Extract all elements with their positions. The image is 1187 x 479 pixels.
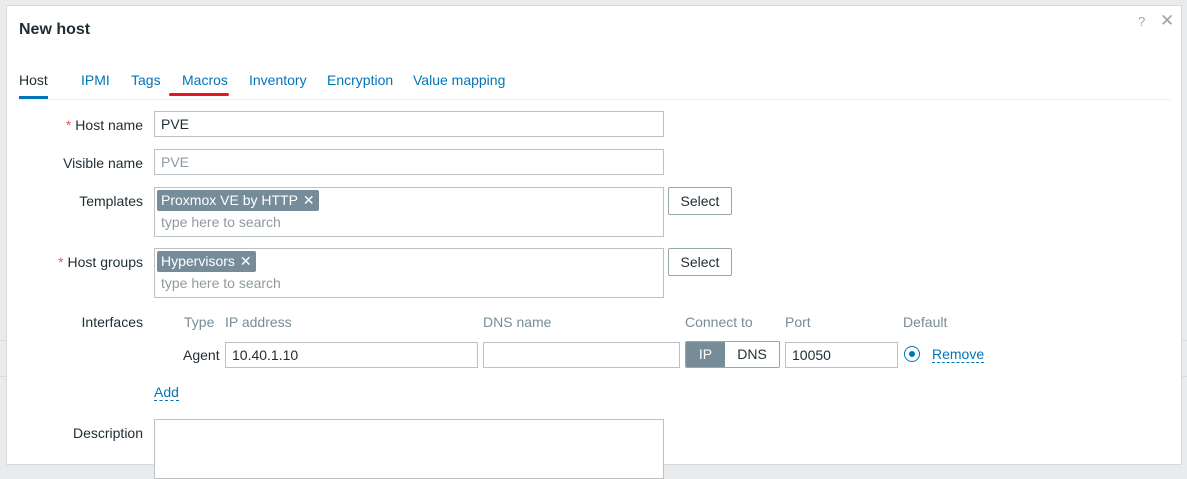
host-name-label: * Host name [65,117,143,133]
templates-multiselect[interactable]: Proxmox VE by HTTP ✕ type here to search [154,187,664,237]
col-default: Default [903,314,948,330]
add-interface-link[interactable]: Add [154,385,179,401]
macros-annotation-underline [169,93,229,96]
tab-encryption[interactable]: Encryption [327,72,393,98]
remove-chip-icon[interactable]: ✕ [240,253,252,269]
description-textarea[interactable] [154,419,664,479]
tab-inventory[interactable]: Inventory [249,72,307,98]
host-group-chip: Hypervisors ✕ [157,251,256,272]
interface-type: Agent [183,347,220,363]
visible-name-input[interactable] [154,149,664,175]
remove-interface-link[interactable]: Remove [932,347,985,363]
required-mark: * [58,254,64,270]
col-dns-name: DNS name [483,314,552,330]
connect-ip-button[interactable]: IP [686,342,725,367]
radio-selected-dot [909,351,915,357]
close-icon[interactable]: ✕ [1160,11,1174,31]
tab-host[interactable]: Host [19,72,48,99]
tab-tags[interactable]: Tags [131,72,161,98]
host-groups-label: * Host groups [58,254,143,270]
connect-dns-button[interactable]: DNS [725,342,779,367]
visible-name-label: Visible name [63,155,143,171]
templates-label: Templates [79,193,143,209]
col-connect-to: Connect to [685,314,753,330]
dialog-title: New host [19,21,91,38]
templates-select-button[interactable]: Select [668,187,732,215]
col-ip-address: IP address [225,314,292,330]
host-groups-search-input[interactable]: type here to search [161,275,281,291]
new-host-dialog: New host ? ✕ Host IPMI Tags Macros Inven… [6,5,1182,479]
host-groups-select-button[interactable]: Select [668,248,732,276]
dns-name-input[interactable] [483,342,680,368]
question-icon[interactable]: ? [1138,14,1145,29]
host-groups-multiselect[interactable]: Hypervisors ✕ type here to search [154,248,664,298]
interfaces-label: Interfaces [81,314,143,330]
template-chip: Proxmox VE by HTTP ✕ [157,190,319,211]
required-mark: * [65,117,72,133]
connect-to-toggle: IP DNS [685,341,780,368]
remove-chip-icon[interactable]: ✕ [303,192,315,208]
default-interface-radio[interactable] [904,346,920,362]
host-name-input[interactable] [154,111,664,137]
col-port: Port [785,314,811,330]
ip-address-input[interactable] [225,342,478,368]
description-label: Description [72,425,143,441]
col-type: Type [184,314,215,330]
tab-value-mapping[interactable]: Value mapping [413,72,505,98]
port-input[interactable] [785,342,898,368]
tab-ipmi[interactable]: IPMI [81,72,110,98]
templates-search-input[interactable]: type here to search [161,214,281,230]
